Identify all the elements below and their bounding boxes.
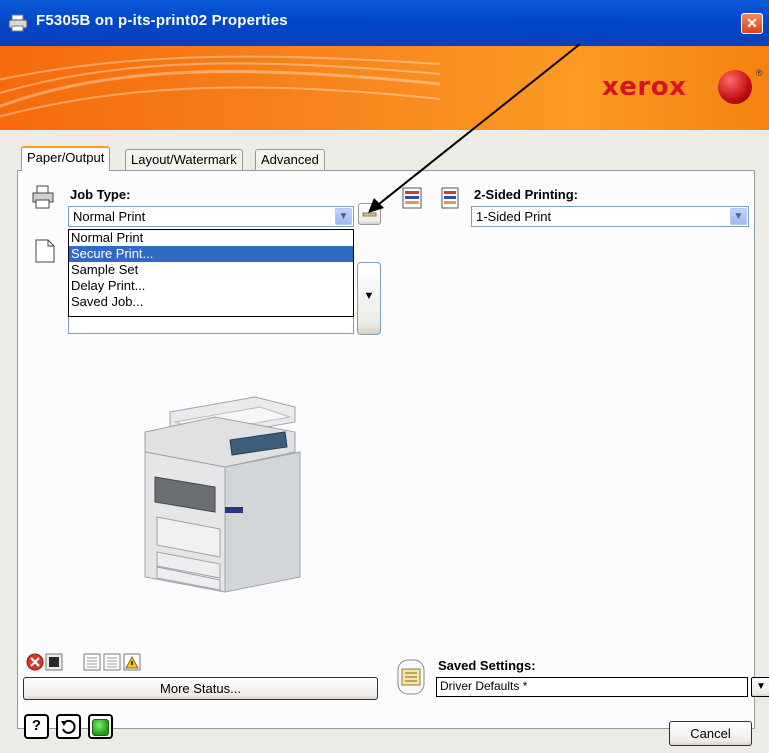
restore-icon <box>61 719 76 734</box>
saved-settings-dropdown-button[interactable]: ▼ <box>751 677 769 697</box>
window-title: F5305B on p-its-print02 Properties <box>36 12 288 29</box>
chevron-down-icon[interactable]: ▼ <box>335 208 352 225</box>
device-status-button[interactable] <box>88 714 113 739</box>
saved-settings-label: Saved Settings: <box>438 658 536 673</box>
job-type-option-secure-print[interactable]: Secure Print... <box>69 246 353 262</box>
printer-icon <box>32 185 54 209</box>
job-type-option-saved-job[interactable]: Saved Job... <box>69 294 353 310</box>
help-icon: ? <box>31 717 42 734</box>
page-icon <box>35 239 55 263</box>
job-type-value: Normal Print <box>73 209 146 224</box>
saved-settings-icon <box>397 659 425 695</box>
device-icon <box>92 719 109 736</box>
printer-image <box>144 396 301 593</box>
more-status-button[interactable]: More Status... <box>23 677 378 700</box>
chevron-down-icon: ▼ <box>363 290 375 302</box>
xerox-logo-icon <box>718 70 752 104</box>
restore-defaults-button[interactable] <box>56 714 81 739</box>
printer-icon <box>8 14 28 32</box>
help-button[interactable]: ? <box>24 714 49 739</box>
job-type-option-delay-print[interactable]: Delay Print... <box>69 278 353 294</box>
job-type-option-normal-print[interactable]: Normal Print <box>69 230 353 246</box>
status-icon <box>45 653 63 671</box>
status-icon <box>83 653 101 671</box>
job-type-option-sample-set[interactable]: Sample Set <box>69 262 353 278</box>
paper-select-button[interactable]: ▼ <box>357 262 381 335</box>
registered-mark: ® <box>756 68 763 78</box>
paper-select-body[interactable] <box>68 317 354 334</box>
saved-settings-input[interactable]: Driver Defaults * <box>436 677 748 697</box>
chevron-down-icon: ▼ <box>756 681 766 692</box>
annotation-arrow <box>368 43 581 213</box>
job-type-dropdown[interactable]: Normal Print Secure Print... Sample Set … <box>68 229 354 317</box>
tab-advanced[interactable]: Advanced <box>255 149 325 171</box>
job-type-label: Job Type: <box>70 187 131 202</box>
warning-icon <box>123 653 141 671</box>
error-icon <box>26 653 44 671</box>
xerox-logo-text: xerox <box>602 72 687 102</box>
job-type-select[interactable]: Normal Print ▼ <box>68 206 354 227</box>
saved-settings-value: Driver Defaults * <box>440 679 528 693</box>
close-button[interactable]: ✕ <box>741 13 763 34</box>
chevron-down-icon[interactable]: ▼ <box>730 208 747 225</box>
cancel-button[interactable]: Cancel <box>669 721 752 746</box>
tab-paper-output[interactable]: Paper/Output <box>21 146 111 171</box>
tab-layout-watermark[interactable]: Layout/Watermark <box>125 149 243 171</box>
status-icon <box>103 653 121 671</box>
